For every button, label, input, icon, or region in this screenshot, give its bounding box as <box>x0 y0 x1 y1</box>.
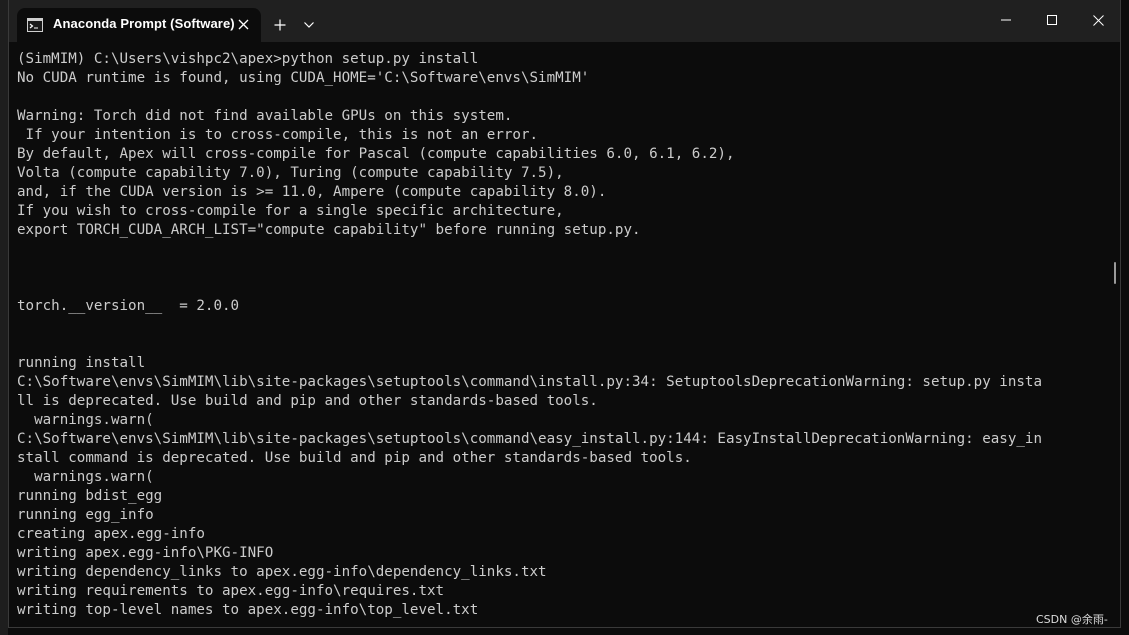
terminal-line: Volta (compute capability 7.0), Turing (… <box>17 165 564 181</box>
chevron-down-icon <box>304 22 314 28</box>
terminal-line: warnings.warn( <box>17 412 154 428</box>
terminal-line: If you wish to cross-compile for a singl… <box>17 203 564 219</box>
tab-anaconda-prompt[interactable]: Anaconda Prompt (Software) <box>17 8 261 42</box>
maximize-icon <box>1047 15 1057 25</box>
terminal-line: writing dependency_links to apex.egg-inf… <box>17 564 547 580</box>
tab-title: Anaconda Prompt (Software) <box>53 16 235 31</box>
terminal-line: If your intention is to cross-compile, t… <box>17 127 539 143</box>
terminal-line: torch.__version__ = 2.0.0 <box>17 298 240 314</box>
terminal-line: running egg_info <box>17 507 154 523</box>
window-close-button[interactable] <box>1075 0 1120 40</box>
terminal-line: By default, Apex will cross-compile for … <box>17 146 735 162</box>
close-icon <box>1092 14 1104 26</box>
terminal-line: C:\Software\envs\SimMIM\lib\site-package… <box>17 431 1042 447</box>
tab-dropdown-button[interactable] <box>299 14 319 36</box>
tab-close-button[interactable] <box>233 14 253 34</box>
watermark: CSDN @余雨- <box>1036 613 1108 626</box>
terminal-line: stall command is deprecated. Use build a… <box>17 450 692 466</box>
minimize-button[interactable] <box>983 0 1029 40</box>
terminal-line: and, if the CUDA version is >= 11.0, Amp… <box>17 184 607 200</box>
terminal-line: warnings.warn( <box>17 469 154 485</box>
new-tab-button[interactable] <box>269 14 291 36</box>
terminal-window: Anaconda Prompt (Software) (SimMIM) C:\U… <box>8 0 1121 628</box>
terminal-line: writing top-level names to apex.egg-info… <box>17 602 479 618</box>
terminal-line: writing apex.egg-info\PKG-INFO <box>17 545 274 561</box>
terminal-line: ll is deprecated. Use build and pip and … <box>17 393 598 409</box>
terminal-line: writing requirements to apex.egg-info\re… <box>17 583 445 599</box>
terminal-icon <box>27 17 43 32</box>
minimize-icon <box>1001 19 1011 21</box>
title-bar[interactable]: Anaconda Prompt (Software) <box>9 0 1120 42</box>
terminal-line: running bdist_egg <box>17 488 163 504</box>
terminal-line: No CUDA runtime is found, using CUDA_HOM… <box>17 70 590 86</box>
terminal-output[interactable]: (SimMIM) C:\Users\vishpc2\apex>python se… <box>9 42 1114 627</box>
terminal-line: creating apex.egg-info <box>17 526 205 542</box>
terminal-line: C:\Software\envs\SimMIM\lib\site-package… <box>17 374 1042 390</box>
plus-icon <box>274 19 286 31</box>
terminal-line: Warning: Torch did not find available GP… <box>17 108 513 124</box>
background-window-edge <box>0 0 8 635</box>
close-icon <box>238 19 248 29</box>
terminal-line: export TORCH_CUDA_ARCH_LIST="compute cap… <box>17 222 641 238</box>
terminal-line: running install <box>17 355 146 371</box>
terminal-line: (SimMIM) C:\Users\vishpc2\apex>python se… <box>17 51 479 67</box>
maximize-button[interactable] <box>1029 0 1075 40</box>
scrollbar-thumb[interactable] <box>1114 262 1116 284</box>
